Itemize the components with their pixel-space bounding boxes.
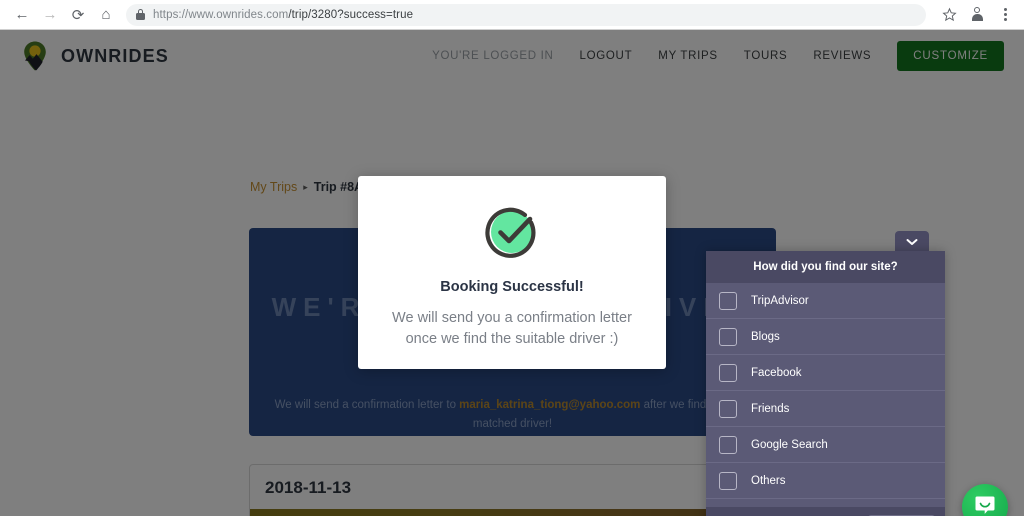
forward-button[interactable]: → — [36, 1, 64, 29]
checkbox-icon[interactable] — [719, 363, 737, 382]
survey-option-google-search[interactable]: Google Search — [706, 427, 945, 463]
browser-toolbar: ← → ⟳ ⌂ https://www.ownrides.com/trip/32… — [0, 0, 1024, 30]
survey-question: How did you find our site? — [706, 251, 945, 283]
survey-option-label: Friends — [751, 402, 790, 415]
home-button[interactable]: ⌂ — [92, 1, 120, 29]
modal-title: Booking Successful! — [440, 279, 584, 295]
modal-message: We will send you a confirmation letter o… — [392, 310, 632, 347]
hotjar-survey-widget: How did you find our site? TripAdvisor B… — [706, 251, 945, 516]
checkbox-icon[interactable] — [719, 399, 737, 418]
chat-bubble-icon — [973, 493, 997, 516]
url-origin: https://www.ownrides.com — [153, 8, 289, 21]
url-text: https://www.ownrides.com/trip/3280?succe… — [153, 9, 413, 21]
survey-option-blogs[interactable]: Blogs — [706, 319, 945, 355]
checkbox-icon[interactable] — [719, 471, 737, 490]
survey-collapse-button[interactable] — [895, 231, 929, 252]
survey-option-label: Google Search — [751, 438, 828, 451]
survey-option-label: Blogs — [751, 330, 780, 343]
chevron-down-icon — [906, 233, 918, 251]
checkbox-icon[interactable] — [719, 435, 737, 454]
survey-option-others[interactable]: Others — [706, 463, 945, 499]
survey-option-facebook[interactable]: Facebook — [706, 355, 945, 391]
bookmark-star-icon[interactable] — [936, 2, 962, 28]
back-button[interactable]: ← — [8, 1, 36, 29]
survey-option-tripadvisor[interactable]: TripAdvisor — [706, 283, 945, 319]
success-check-icon — [358, 201, 666, 263]
toolbar-actions — [936, 2, 1024, 28]
profile-avatar-icon[interactable] — [964, 2, 990, 28]
reload-button[interactable]: ⟳ — [64, 1, 92, 29]
checkbox-icon[interactable] — [719, 327, 737, 346]
survey-option-friends[interactable]: Friends — [706, 391, 945, 427]
checkbox-icon[interactable] — [719, 291, 737, 310]
browser-menu-icon[interactable] — [992, 2, 1018, 28]
survey-footer: Not using Hotjar yet? Send › — [706, 507, 945, 516]
survey-option-label: Others — [751, 474, 786, 487]
booking-success-modal: Booking Successful! We will send you a c… — [358, 176, 666, 369]
url-path: /trip/3280?success=true — [288, 8, 414, 21]
lock-icon — [136, 9, 145, 20]
survey-option-label: Facebook — [751, 366, 802, 379]
page-viewport: OWNRIDES YOU'RE LOGGED IN LOGOUT MY TRIP… — [0, 30, 1024, 516]
survey-option-label: TripAdvisor — [751, 294, 809, 307]
address-bar[interactable]: https://www.ownrides.com/trip/3280?succe… — [126, 3, 926, 26]
